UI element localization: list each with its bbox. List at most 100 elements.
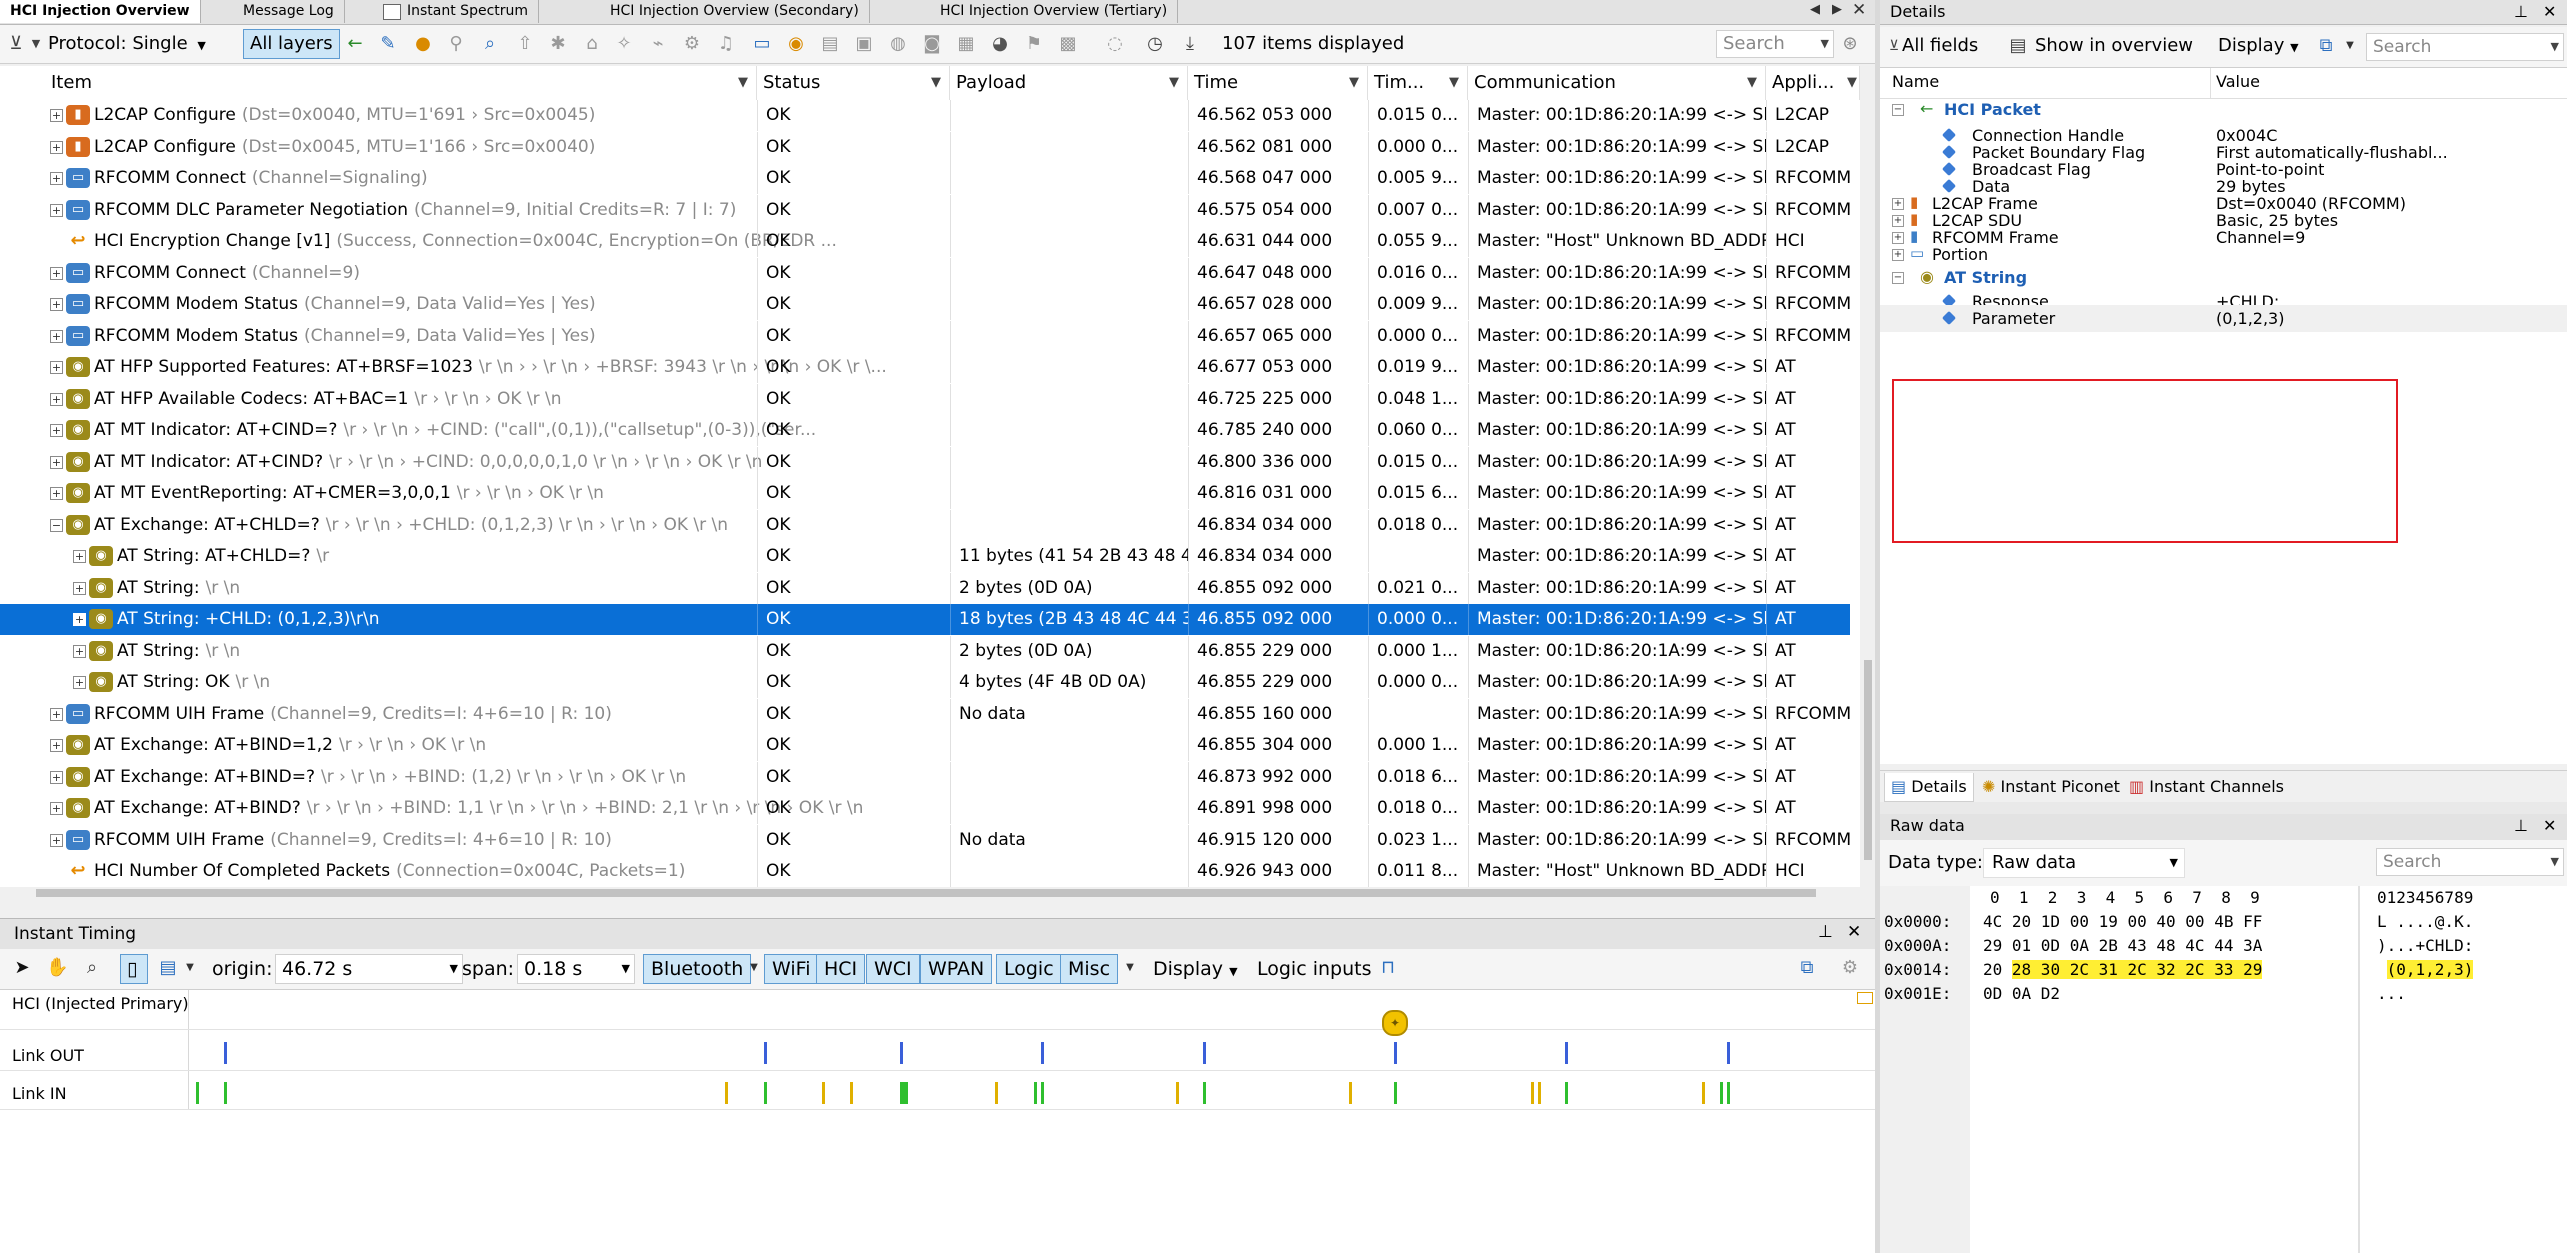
logic-wave-icon[interactable]: ⊓ bbox=[1378, 958, 1398, 978]
tab-hci-injection-overview[interactable]: HCI Injection Overview bbox=[0, 0, 201, 23]
globe-icon[interactable]: ◕ bbox=[990, 34, 1010, 54]
pin-icon[interactable]: ⊥ bbox=[2514, 2, 2528, 21]
link-out-tick[interactable] bbox=[1394, 1042, 1397, 1064]
expand-icon[interactable]: + bbox=[50, 707, 63, 721]
expand-icon[interactable]: + bbox=[50, 266, 63, 280]
table-row[interactable]: + ▭ RFCOMM Modem Status (Channel=9, Data Va… bbox=[0, 289, 1851, 320]
show-in-overview-button[interactable]: Show in overview bbox=[2035, 35, 2193, 56]
table-row[interactable]: + ◉ AT String: AT+CHLD=? \r OK 11 bytes (41 5… bbox=[0, 541, 1850, 572]
table-row[interactable]: + ◉ AT HFP Supported Features: AT+BRSF=102… bbox=[0, 352, 1850, 383]
table-row[interactable]: + ▭ RFCOMM Connect (Channel=9) OK 46.647 048 … bbox=[0, 257, 1851, 289]
details-row[interactable]: − ◉ AT String bbox=[1880, 264, 2567, 291]
toolbar-icon-5[interactable]: ⌁ bbox=[648, 34, 668, 54]
clock-icon[interactable]: ◷ bbox=[1145, 34, 1165, 54]
expand-icon[interactable]: + bbox=[50, 802, 63, 815]
link-in-tick[interactable] bbox=[1349, 1082, 1352, 1104]
filter-bluetooth[interactable]: Bluetooth bbox=[643, 954, 752, 984]
cursor-marker-icon[interactable]: ✦ bbox=[1382, 1010, 1408, 1036]
expand-lane-icon[interactable] bbox=[1857, 992, 1873, 1004]
link-in-tick[interactable] bbox=[1727, 1082, 1730, 1104]
chevron-down-icon[interactable]: ▼ bbox=[2340, 36, 2360, 56]
export-icon[interactable]: ⧉ bbox=[1797, 958, 1817, 978]
table-row[interactable]: + ▭ RFCOMM UIH Frame (Channel=9, Credits=I:… bbox=[0, 824, 1851, 856]
horizontal-scrollbar[interactable] bbox=[30, 887, 1860, 899]
link-out-tick[interactable] bbox=[224, 1042, 227, 1064]
toolbar-icon-8[interactable]: ▤ bbox=[820, 34, 840, 54]
link-in-tick[interactable] bbox=[822, 1082, 825, 1104]
chevron-down-icon[interactable]: ▼ bbox=[180, 958, 200, 978]
column-value[interactable]: Value bbox=[2216, 72, 2260, 91]
table-row[interactable]: ↩ HCI Encryption Change [v1] (Success, Con… bbox=[0, 226, 1850, 257]
collapse-icon[interactable]: − bbox=[1892, 104, 1904, 116]
search-options-icon[interactable]: ⊛ bbox=[1840, 34, 1860, 54]
packet-icon[interactable]: ● bbox=[413, 34, 433, 54]
link-in-tick[interactable] bbox=[850, 1082, 853, 1104]
expand-icon[interactable]: + bbox=[50, 770, 63, 784]
link-in-tick[interactable] bbox=[1034, 1082, 1037, 1104]
expand-icon[interactable]: + bbox=[73, 581, 86, 595]
table-row[interactable]: + ▭ RFCOMM Connect (Channel=Signaling) OK 46.… bbox=[0, 163, 1851, 194]
ascii-text[interactable]: L ....@.K. bbox=[2377, 910, 2473, 934]
expand-icon[interactable]: + bbox=[73, 676, 86, 689]
ascii-text[interactable]: ... bbox=[2377, 982, 2406, 1006]
expand-icon[interactable]: + bbox=[1892, 249, 1904, 261]
zoom-icon[interactable]: ⌕ bbox=[82, 958, 102, 978]
toolbar-icon-11[interactable]: ◙ bbox=[922, 34, 942, 54]
display-menu[interactable]: Display ▼ bbox=[1153, 958, 1238, 980]
expand-icon[interactable]: + bbox=[50, 739, 63, 752]
chevron-down-icon[interactable]: ▼ bbox=[744, 958, 764, 978]
column-status[interactable]: Status ▼ bbox=[757, 66, 950, 100]
column-payload[interactable]: Payload ▼ bbox=[950, 66, 1188, 100]
link-in-tick[interactable] bbox=[1720, 1082, 1723, 1104]
close-icon[interactable]: ✕ bbox=[1852, 0, 1866, 20]
toolbar-icon-6[interactable]: ⚙ bbox=[682, 34, 702, 54]
ascii-text[interactable]: (0,1,2,3) bbox=[2377, 958, 2474, 982]
toolbar-icon-2[interactable]: ✱ bbox=[548, 34, 568, 54]
expand-icon[interactable]: + bbox=[50, 487, 63, 500]
pointer-icon[interactable]: ➤ bbox=[12, 958, 32, 978]
link-in-tick[interactable] bbox=[1394, 1082, 1397, 1104]
filter-logic[interactable]: Logic bbox=[996, 954, 1062, 984]
column-name[interactable]: Name bbox=[1892, 72, 1939, 91]
hex-bytes[interactable]: 20 28 30 2C 31 2C 32 2C 33 29 bbox=[1983, 958, 2263, 982]
at-icon[interactable]: ◉ bbox=[786, 34, 806, 54]
toolbar-icon-4[interactable]: ✧ bbox=[614, 34, 634, 54]
link-in-tick[interactable] bbox=[196, 1082, 199, 1104]
filter-wifi[interactable]: WiFi bbox=[764, 954, 819, 984]
column-item[interactable]: Item ▼ bbox=[45, 66, 757, 100]
expand-icon[interactable]: + bbox=[73, 644, 86, 658]
hex-bytes[interactable]: 29 01 0D 0A 2B 43 48 4C 44 3A bbox=[1983, 934, 2262, 958]
link-in-tick[interactable] bbox=[1702, 1082, 1705, 1104]
link-in-tick[interactable] bbox=[1203, 1082, 1206, 1104]
download-icon[interactable]: ⤓ bbox=[1180, 34, 1200, 54]
toolbar-icon-10[interactable]: ◍ bbox=[888, 34, 908, 54]
link-in-tick[interactable] bbox=[1538, 1082, 1541, 1104]
table-row[interactable]: + ◉ AT String: +CHLD: (0,1,2,3)\r\n OK 18 by… bbox=[0, 604, 1850, 635]
origin-field[interactable]: 46.72 s ▼ bbox=[275, 954, 463, 984]
link-in-tick[interactable] bbox=[1531, 1082, 1534, 1104]
link-in-tick[interactable] bbox=[995, 1082, 998, 1104]
table-row[interactable]: − ◉ AT Exchange: AT+CHLD=? \r › \r \n › +CH… bbox=[0, 509, 1850, 541]
search-input[interactable]: Search ▼ bbox=[1716, 30, 1834, 58]
toolbar-icon-7[interactable]: ♫ bbox=[716, 34, 736, 54]
table-row[interactable]: + ◉ AT MT Indicator: AT+CIND=? \r › \r \n ›… bbox=[0, 415, 1850, 446]
link-in-tick[interactable] bbox=[1176, 1082, 1179, 1104]
expand-icon[interactable]: + bbox=[50, 833, 63, 847]
close-icon[interactable]: ✕ bbox=[2543, 816, 2556, 835]
link-in-tick[interactable] bbox=[903, 1082, 906, 1104]
table-row[interactable]: + ◉ AT Exchange: AT+BIND=? \r › \r \n › +BI… bbox=[0, 761, 1850, 793]
overview-icon[interactable]: ▤ bbox=[2008, 36, 2028, 56]
table-row[interactable]: + ◉ AT Exchange: AT+BIND? \r › \r \n › +BIN… bbox=[0, 793, 1850, 824]
expand-icon[interactable]: + bbox=[50, 329, 63, 343]
link-out-tick[interactable] bbox=[900, 1042, 903, 1064]
table-row[interactable]: + ◉ AT Exchange: AT+BIND=1,2 \r › \r \n › O… bbox=[0, 730, 1850, 761]
link-in-tick[interactable] bbox=[725, 1082, 728, 1104]
settings-icon[interactable]: ⚙ bbox=[1840, 958, 1860, 978]
scrollbar-thumb[interactable] bbox=[1864, 660, 1872, 860]
chart-settings-icon[interactable]: ▤ bbox=[158, 958, 178, 978]
pin-icon[interactable]: ⊥ bbox=[1818, 922, 1833, 942]
column-communication[interactable]: Communication ▼ bbox=[1468, 66, 1766, 100]
tab-instant-channels[interactable]: ▥ Instant Channels bbox=[2123, 773, 2290, 801]
toolbar-icon-3[interactable]: ⌂ bbox=[582, 34, 602, 54]
link-in-tick[interactable] bbox=[764, 1082, 767, 1104]
